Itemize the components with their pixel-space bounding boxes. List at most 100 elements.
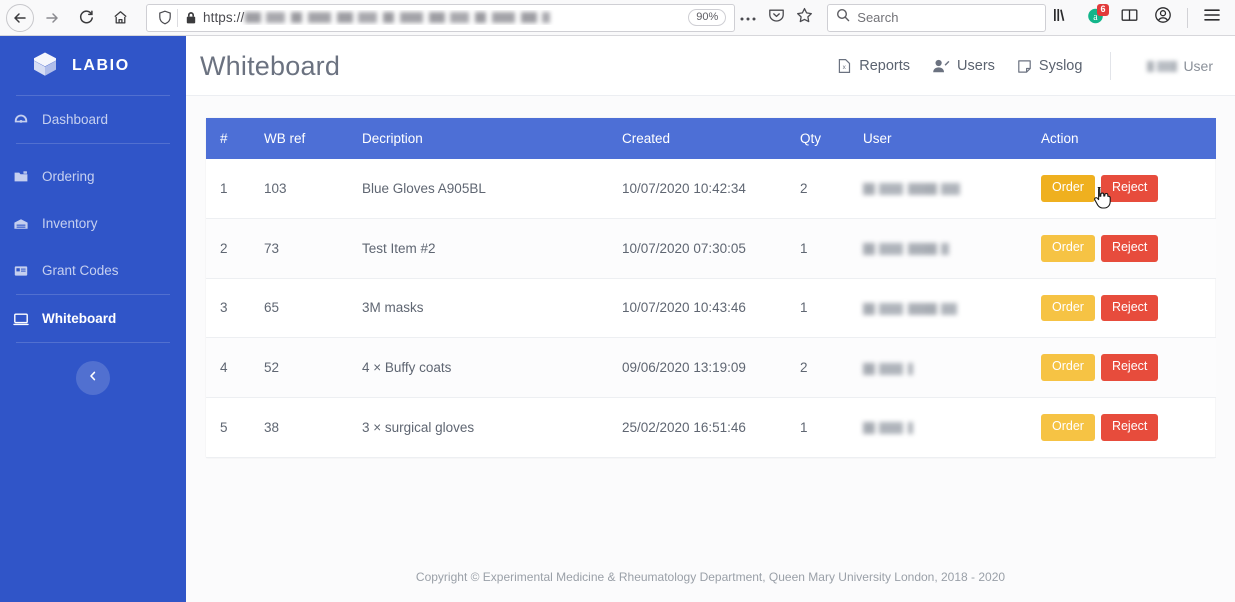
sidebar-item-label: Dashboard xyxy=(42,112,109,127)
column-header-description[interactable]: Decription xyxy=(362,118,622,159)
sidebar-item-dashboard[interactable]: Dashboard xyxy=(0,96,186,143)
header-nav-label: Reports xyxy=(859,58,911,74)
sidebar-item-label: Inventory xyxy=(42,216,98,231)
user-name-redacted xyxy=(863,422,913,435)
account-button[interactable] xyxy=(1148,4,1178,32)
cell-user xyxy=(863,337,1041,398)
header-nav-reports[interactable]: x Reports xyxy=(837,58,910,74)
header-nav-users[interactable]: Users xyxy=(932,58,995,74)
zoom-level-badge[interactable]: 90% xyxy=(688,9,727,26)
sidebar-item-grant-codes[interactable]: Grant Codes xyxy=(0,247,186,294)
reject-button[interactable]: Reject xyxy=(1100,175,1159,202)
reject-button[interactable]: Reject xyxy=(1100,234,1159,262)
forward-button[interactable] xyxy=(36,3,68,33)
home-icon xyxy=(112,9,129,26)
cell-wb-ref: 103 xyxy=(264,159,362,219)
order-button[interactable]: Order xyxy=(1041,414,1095,441)
search-input-placeholder[interactable]: Search xyxy=(857,10,898,25)
user-name-redacted xyxy=(863,362,913,375)
id-card-icon xyxy=(12,263,30,279)
extension-button[interactable]: a 6 xyxy=(1080,3,1110,32)
column-header-num[interactable]: # xyxy=(206,118,264,159)
sidebar-collapse-button[interactable] xyxy=(76,361,110,395)
current-user-label: User xyxy=(1183,58,1213,74)
page-actions-button[interactable] xyxy=(735,6,761,30)
toolbar-divider xyxy=(1187,7,1188,28)
library-button[interactable] xyxy=(1046,4,1076,32)
save-to-pocket-button[interactable] xyxy=(763,6,789,30)
user-name-redacted xyxy=(863,243,949,256)
cell-qty: 2 xyxy=(800,337,863,398)
header-nav-syslog[interactable]: Syslog xyxy=(1017,58,1082,74)
ellipsis-icon xyxy=(739,9,757,27)
column-header-created[interactable]: Created xyxy=(622,118,800,159)
sidebar-item-ordering[interactable]: Ordering xyxy=(0,153,186,200)
sidebar-item-inventory[interactable]: Inventory xyxy=(0,200,186,247)
order-button[interactable]: Order xyxy=(1041,354,1095,381)
cell-qty: 1 xyxy=(800,397,863,458)
header-nav: x Reports Users Syslog User xyxy=(837,52,1219,80)
extension-badge: 6 xyxy=(1096,3,1109,16)
home-button[interactable] xyxy=(104,3,136,33)
url-text[interactable]: https:// xyxy=(203,10,688,25)
column-header-qty[interactable]: Qty xyxy=(800,118,863,159)
cell-user xyxy=(863,159,1041,219)
warehouse-icon xyxy=(12,216,30,232)
padlock-icon[interactable] xyxy=(178,11,203,25)
sidebar-collapse-wrapper xyxy=(0,361,186,395)
monitor-icon xyxy=(12,311,30,327)
order-button[interactable]: Order xyxy=(1041,234,1095,262)
cell-created: 25/02/2020 16:51:46 xyxy=(622,397,800,458)
brand-logo[interactable]: LABIO xyxy=(0,37,186,95)
order-button[interactable]: Order xyxy=(1041,294,1095,322)
cell-qty: 1 xyxy=(800,218,863,279)
cell-wb-ref: 52 xyxy=(264,337,362,398)
tracking-protection-shield-icon[interactable] xyxy=(153,10,177,25)
cell-row-number: 2 xyxy=(206,218,264,279)
search-bar[interactable]: Search xyxy=(827,3,1046,32)
column-header-wbref[interactable]: WB ref xyxy=(264,118,362,159)
hamburger-menu-icon xyxy=(1203,8,1221,27)
svg-text:x: x xyxy=(843,64,847,71)
sidebar-item-whiteboard[interactable]: Whiteboard xyxy=(0,295,186,342)
cell-row-number: 3 xyxy=(206,278,264,339)
main-content: Whiteboard x Reports Users Syslog User #… xyxy=(186,37,1235,602)
table-body: 1 103 Blue Gloves A905BL 10/07/2020 10:42:3… xyxy=(206,159,1216,458)
cell-row-number: 1 xyxy=(206,159,264,219)
user-name-redacted xyxy=(863,302,957,315)
account-icon xyxy=(1154,6,1172,29)
page-header: Whiteboard x Reports Users Syslog User xyxy=(186,37,1235,96)
browser-toolbar: https:// 90% Search a 6 xyxy=(0,0,1235,36)
back-button[interactable] xyxy=(6,3,34,32)
back-arrow-icon xyxy=(12,10,28,26)
sidebar-toggle-button[interactable] xyxy=(1114,4,1144,32)
address-bar-actions xyxy=(735,6,817,30)
url-redacted-text xyxy=(245,12,551,23)
sticky-note-icon xyxy=(1017,59,1032,74)
cell-description: Blue Gloves A905BL xyxy=(362,159,622,219)
address-bar[interactable]: https:// 90% xyxy=(146,3,736,32)
browser-right-controls: a 6 xyxy=(1046,3,1235,32)
cell-created: 10/07/2020 07:30:05 xyxy=(622,218,800,279)
cell-action: Order Reject xyxy=(1041,278,1216,339)
column-header-action[interactable]: Action xyxy=(1041,118,1216,159)
reload-button[interactable] xyxy=(70,3,102,33)
cell-qty: 1 xyxy=(800,278,863,339)
cell-action: Order Reject xyxy=(1041,337,1216,398)
sidebar-item-label: Grant Codes xyxy=(42,263,119,278)
current-user[interactable]: User xyxy=(1133,58,1219,74)
cell-description: 4 × Buffy coats xyxy=(362,337,622,398)
sidebar-item-label: Whiteboard xyxy=(42,311,117,326)
excel-file-icon: x xyxy=(837,58,852,74)
bookmark-button[interactable] xyxy=(791,6,817,30)
table-row: 5 38 3 × surgical gloves 25/02/2020 16:51:4… xyxy=(206,397,1216,458)
sidebar: LABIO Dashboard Ordering Inventory Grant… xyxy=(0,37,186,602)
reject-button[interactable]: Reject xyxy=(1100,414,1159,441)
order-button[interactable]: Order xyxy=(1041,175,1095,202)
page-title: Whiteboard xyxy=(200,50,341,81)
forward-arrow-icon xyxy=(44,10,60,26)
reject-button[interactable]: Reject xyxy=(1100,294,1159,322)
column-header-user[interactable]: User xyxy=(863,118,1041,159)
reject-button[interactable]: Reject xyxy=(1100,354,1159,381)
app-menu-button[interactable] xyxy=(1197,4,1227,32)
